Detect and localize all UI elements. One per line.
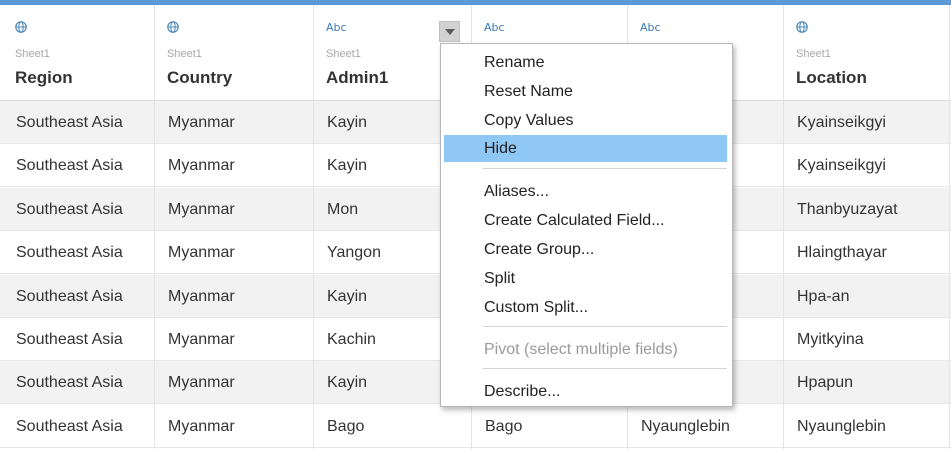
- menu-item-rename[interactable]: Rename: [444, 49, 727, 76]
- cell-location[interactable]: Myitkyina: [797, 318, 945, 361]
- column-context-menu: Rename Reset Name Copy Values Hide Alias…: [440, 43, 733, 407]
- cell-country[interactable]: Myanmar: [168, 318, 309, 361]
- column-header-country[interactable]: Sheet1 Country: [154, 5, 313, 100]
- cell-region[interactable]: Southeast Asia: [16, 188, 150, 231]
- column-divider: [783, 5, 784, 449]
- menu-item-split[interactable]: Split: [444, 265, 727, 292]
- menu-separator: [483, 168, 727, 169]
- menu-item-hide[interactable]: Hide: [444, 135, 727, 162]
- column-menu-dropdown-button[interactable]: [439, 21, 460, 42]
- cell-location[interactable]: Hlaingthayar: [797, 231, 945, 274]
- globe-icon: [167, 21, 179, 36]
- menu-item-reset-name[interactable]: Reset Name: [444, 78, 727, 105]
- cell-country[interactable]: Myanmar: [168, 231, 309, 274]
- cell-region[interactable]: Southeast Asia: [16, 318, 150, 361]
- menu-item-aliases[interactable]: Aliases...: [444, 178, 727, 205]
- column-source-label: Sheet1: [796, 48, 831, 60]
- column-source-label: Sheet1: [326, 48, 361, 60]
- column-divider: [313, 5, 314, 449]
- cell-country[interactable]: Myanmar: [168, 405, 309, 448]
- menu-item-custom-split[interactable]: Custom Split...: [444, 294, 727, 321]
- cell-column-5[interactable]: Nyaunglebin: [641, 405, 779, 448]
- cell-country[interactable]: Myanmar: [168, 101, 309, 144]
- cell-country[interactable]: Myanmar: [168, 188, 309, 231]
- globe-icon: [15, 21, 27, 36]
- cell-location[interactable]: Hpapun: [797, 361, 945, 404]
- cell-country[interactable]: Myanmar: [168, 361, 309, 404]
- cell-column-4[interactable]: Bago: [485, 405, 623, 448]
- cell-region[interactable]: Southeast Asia: [16, 275, 150, 318]
- cell-location[interactable]: Kyainseikgyi: [797, 101, 945, 144]
- abc-icon: Abc: [326, 21, 347, 34]
- column-source-label: Sheet1: [167, 48, 202, 60]
- column-header-location[interactable]: Sheet1 Location: [783, 5, 949, 100]
- column-name: Country: [167, 68, 233, 87]
- cell-country[interactable]: Myanmar: [168, 275, 309, 318]
- cell-region[interactable]: Southeast Asia: [16, 101, 150, 144]
- column-header-region[interactable]: Sheet1 Region: [2, 5, 154, 100]
- column-divider: [154, 5, 155, 449]
- cell-region[interactable]: Southeast Asia: [16, 144, 150, 187]
- menu-item-pivot: Pivot (select multiple fields): [484, 341, 678, 358]
- menu-item-create-calculated-field[interactable]: Create Calculated Field...: [444, 207, 727, 234]
- cell-location[interactable]: Hpa-an: [797, 275, 945, 318]
- cell-location[interactable]: Nyaunglebin: [797, 405, 945, 448]
- column-divider: [949, 5, 950, 449]
- cell-country[interactable]: Myanmar: [168, 144, 309, 187]
- abc-icon: Abc: [640, 21, 661, 34]
- column-name: Admin1: [326, 68, 389, 87]
- column-name: Region: [15, 68, 73, 87]
- cell-admin1[interactable]: Bago: [327, 405, 467, 448]
- cell-region[interactable]: Southeast Asia: [16, 361, 150, 404]
- menu-separator: [483, 368, 727, 369]
- column-source-label: Sheet1: [15, 48, 50, 60]
- cell-region[interactable]: Southeast Asia: [16, 405, 150, 448]
- column-name: Location: [796, 68, 867, 87]
- abc-icon: Abc: [484, 21, 505, 34]
- menu-separator: [483, 326, 727, 327]
- menu-item-copy-values[interactable]: Copy Values: [444, 107, 727, 134]
- menu-item-describe[interactable]: Describe...: [444, 378, 727, 405]
- globe-icon: [796, 21, 808, 36]
- menu-item-create-group[interactable]: Create Group...: [444, 236, 727, 263]
- cell-region[interactable]: Southeast Asia: [16, 231, 150, 274]
- cell-location[interactable]: Thanbyuzayat: [797, 188, 945, 231]
- cell-location[interactable]: Kyainseikgyi: [797, 144, 945, 187]
- table-row[interactable]: Southeast Asia Myanmar Bago Bago Nyaunglebin…: [0, 405, 951, 448]
